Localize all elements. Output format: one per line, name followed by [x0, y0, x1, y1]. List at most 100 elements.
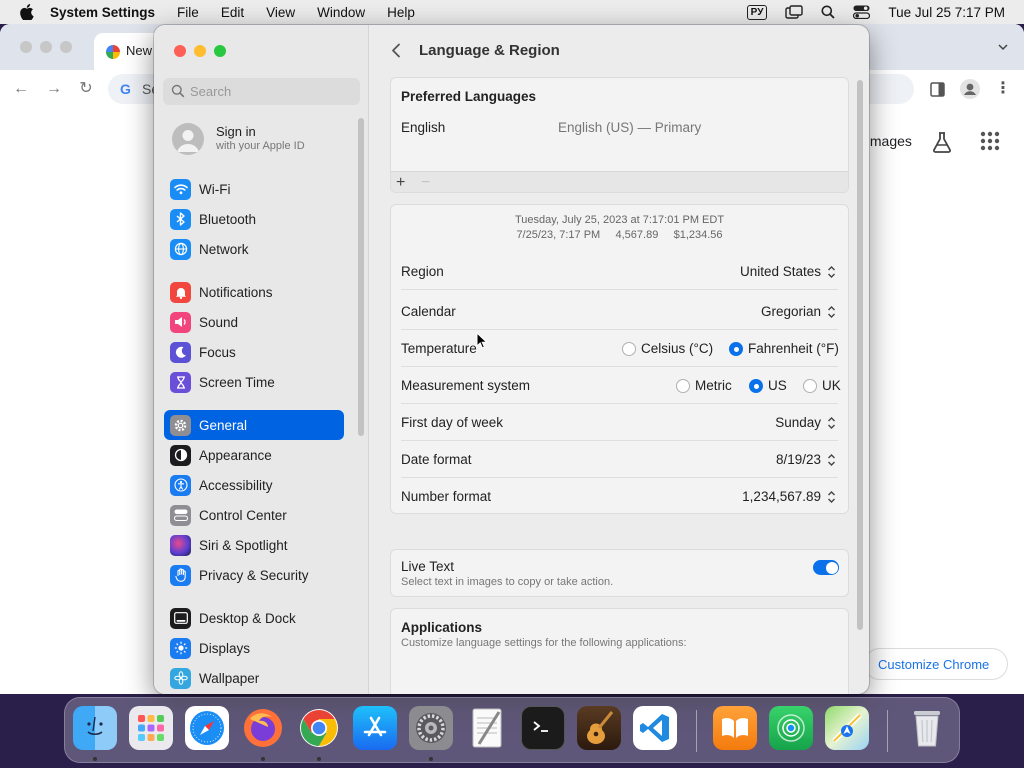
- google-apps-grid-icon[interactable]: [980, 131, 1000, 151]
- celsius-label[interactable]: Celsius (°C): [641, 341, 713, 356]
- control-center-icon: [170, 504, 191, 526]
- menu-file[interactable]: File: [177, 5, 199, 20]
- number-format-popup[interactable]: 1,234,567.89: [742, 489, 836, 504]
- spotlight-search-icon[interactable]: [821, 5, 836, 19]
- date-format-value: 8/19/23: [775, 452, 821, 467]
- uk-label[interactable]: UK: [822, 378, 841, 393]
- first-day-value: Sunday: [775, 415, 821, 430]
- keyboard-layout-indicator[interactable]: РУ: [746, 4, 768, 20]
- chrome-close-button[interactable]: [20, 41, 32, 53]
- customize-chrome-button[interactable]: Customize Chrome: [864, 648, 1008, 680]
- sidebar-item-displays[interactable]: Displays: [164, 633, 344, 663]
- sidebar-item-bluetooth[interactable]: Bluetooth: [164, 204, 344, 234]
- fahrenheit-label[interactable]: Fahrenheit (°F): [748, 341, 839, 356]
- signin-title: Sign in: [216, 124, 256, 139]
- garageband-icon[interactable]: [577, 706, 621, 750]
- menu-help[interactable]: Help: [387, 5, 415, 20]
- textedit-icon[interactable]: [465, 706, 509, 750]
- zoom-window-button[interactable]: [214, 45, 226, 57]
- remove-language-button[interactable]: −: [421, 174, 430, 192]
- menu-view[interactable]: View: [266, 5, 295, 20]
- chrome-zoom-button[interactable]: [60, 41, 72, 53]
- sidebar-item-control-center[interactable]: Control Center: [164, 500, 344, 530]
- gear-icon: [170, 414, 191, 436]
- page-title: Language & Region: [419, 42, 560, 59]
- calendar-label: Calendar: [401, 304, 456, 319]
- sidebar-item-sound[interactable]: Sound: [164, 307, 344, 337]
- us-radio[interactable]: [749, 379, 763, 393]
- date-format-popup[interactable]: 8/19/23: [776, 452, 836, 467]
- applications-heading: Applications: [401, 620, 483, 635]
- live-text-toggle[interactable]: [813, 560, 839, 575]
- chrome-icon[interactable]: [297, 706, 341, 750]
- books-icon[interactable]: [713, 706, 757, 750]
- appearance-icon: [170, 444, 191, 466]
- sidebar-item-appearance[interactable]: Appearance: [164, 440, 344, 470]
- sidebar-item-focus[interactable]: Focus: [164, 337, 344, 367]
- sidebar-item-wifi[interactable]: Wi-Fi: [164, 174, 344, 204]
- app-store-icon[interactable]: [353, 706, 397, 750]
- firefox-icon[interactable]: [241, 706, 285, 750]
- trash-icon[interactable]: [905, 706, 949, 750]
- control-center-icon[interactable]: [853, 5, 871, 19]
- profile-avatar-icon[interactable]: [960, 79, 980, 99]
- menu-edit[interactable]: Edit: [221, 5, 244, 20]
- launchpad-icon[interactable]: [129, 706, 173, 750]
- maps-icon[interactable]: [825, 706, 869, 750]
- popup-stepper-icon: [828, 416, 835, 429]
- apple-id-signin[interactable]: Sign in with your Apple ID: [172, 122, 362, 158]
- sidebar-item-label: Wi-Fi: [199, 181, 231, 197]
- finder-icon[interactable]: [73, 706, 117, 750]
- sidebar-item-siri-spotlight[interactable]: Siri & Spotlight: [164, 530, 344, 560]
- uk-radio[interactable]: [803, 379, 817, 393]
- metric-radio[interactable]: [676, 379, 690, 393]
- sidebar-item-privacy-security[interactable]: Privacy & Security: [164, 560, 344, 590]
- sidebar-item-screen-time[interactable]: Screen Time: [164, 367, 344, 397]
- side-panel-icon[interactable]: [930, 82, 945, 97]
- first-day-popup[interactable]: Sunday: [775, 415, 836, 430]
- sidebar-item-general[interactable]: General: [164, 410, 344, 440]
- forward-arrow-icon[interactable]: →: [45, 80, 63, 98]
- chrome-minimize-button[interactable]: [40, 41, 52, 53]
- region-popup[interactable]: United States: [740, 264, 836, 279]
- add-language-button[interactable]: +: [396, 174, 405, 192]
- metric-label[interactable]: Metric: [695, 378, 732, 393]
- fahrenheit-radio[interactable]: [729, 342, 743, 356]
- menu-clock[interactable]: Tue Jul 25 7:17 PM: [888, 5, 1005, 20]
- sidebar-item-wallpaper[interactable]: Wallpaper: [164, 663, 344, 693]
- terminal-icon[interactable]: [521, 706, 565, 750]
- chrome-menu-kebab-icon[interactable]: ⋮: [994, 80, 1012, 98]
- calendar-popup[interactable]: Gregorian: [761, 304, 836, 319]
- google-images-link[interactable]: Images: [866, 133, 912, 149]
- sidebar-search-field[interactable]: Search: [163, 78, 360, 105]
- reload-icon[interactable]: ↻: [77, 80, 95, 98]
- sidebar-scrollbar[interactable]: [358, 118, 364, 436]
- vscode-icon[interactable]: [633, 706, 677, 750]
- labs-flask-icon[interactable]: [930, 130, 954, 154]
- apple-menu-icon[interactable]: [20, 4, 34, 20]
- system-settings-window: Search Sign in with your Apple ID Wi-Fi: [154, 25, 869, 694]
- window-switcher-icon[interactable]: [785, 5, 804, 19]
- sidebar-item-accessibility[interactable]: Accessibility: [164, 470, 344, 500]
- settings-header: Language & Region: [369, 25, 869, 75]
- find-my-icon[interactable]: [769, 706, 813, 750]
- tab-search-chevron-icon[interactable]: [998, 42, 1008, 52]
- language-name[interactable]: English: [401, 120, 445, 135]
- sidebar-item-desktop-dock[interactable]: Desktop & Dock: [164, 603, 344, 633]
- back-arrow-icon[interactable]: ←: [12, 80, 30, 98]
- measurement-label: Measurement system: [401, 378, 531, 393]
- siri-icon: [170, 534, 191, 556]
- menu-app-name[interactable]: System Settings: [50, 5, 155, 20]
- close-window-button[interactable]: [174, 45, 186, 57]
- system-settings-icon[interactable]: [409, 706, 453, 750]
- preferred-languages-heading: Preferred Languages: [401, 89, 537, 104]
- back-chevron-icon[interactable]: [390, 43, 402, 58]
- us-label[interactable]: US: [768, 378, 787, 393]
- minimize-window-button[interactable]: [194, 45, 206, 57]
- celsius-radio[interactable]: [622, 342, 636, 356]
- menu-window[interactable]: Window: [317, 5, 365, 20]
- sidebar-item-notifications[interactable]: Notifications: [164, 277, 344, 307]
- format-preview-line1: Tuesday, July 25, 2023 at 7:17:01 PM EDT: [514, 214, 725, 226]
- safari-icon[interactable]: [185, 706, 229, 750]
- sidebar-item-network[interactable]: Network: [164, 234, 344, 264]
